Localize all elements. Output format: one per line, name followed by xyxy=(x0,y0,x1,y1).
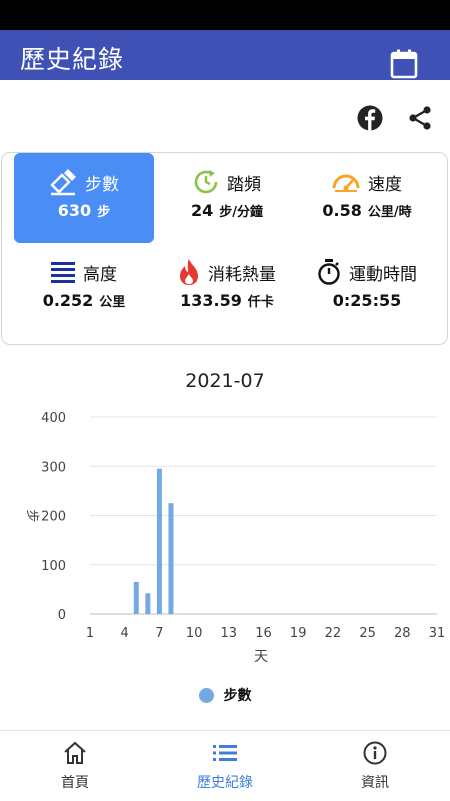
x-tick-label: 25 xyxy=(359,626,376,641)
x-axis-label: 天 xyxy=(254,649,268,665)
y-tick-label: 100 xyxy=(41,559,66,574)
nav-label: 歷史紀錄 xyxy=(197,775,253,791)
y-tick-label: 0 xyxy=(58,608,66,623)
stat-label: 運動時間 xyxy=(349,264,417,285)
bar-chart: 0 100 200 300 400 1 4 7 10 13 16 19 22 25 28 31 天 步 xyxy=(24,411,446,665)
clock-refresh-icon xyxy=(194,170,218,194)
x-tick-label: 22 xyxy=(325,626,342,641)
bar xyxy=(156,468,162,614)
calendar-icon[interactable] xyxy=(390,49,418,79)
chart-legend: 步數 xyxy=(0,685,450,705)
stat-label: 高度 xyxy=(83,264,117,285)
x-tick-label: 16 xyxy=(255,626,272,641)
speedometer-icon xyxy=(332,174,360,192)
y-axis-label: 步 xyxy=(24,509,39,522)
stat-value: 24 xyxy=(190,201,214,220)
home-icon xyxy=(64,741,86,764)
bottom-nav: 首頁 歷史紀錄 資訊 xyxy=(0,730,450,800)
page-title: 歷史紀錄 xyxy=(20,45,125,74)
stat-value: 133.59 xyxy=(180,291,242,310)
stat-unit: 仟卡 xyxy=(247,295,274,310)
status-bar xyxy=(0,0,450,30)
x-tick-label: 19 xyxy=(290,626,307,641)
y-tick-label: 300 xyxy=(41,460,66,475)
stat-label: 踏頻 xyxy=(227,174,261,195)
stat-cadence[interactable]: 踏頻 24 步/分鐘 xyxy=(157,153,297,243)
stat-value: 0.252 xyxy=(42,291,94,310)
stat-speed[interactable]: 速度 0.58 公里/時 xyxy=(297,153,437,243)
x-tick-label: 7 xyxy=(155,626,163,641)
stat-value: 0.58 xyxy=(322,201,362,220)
bar xyxy=(168,503,174,614)
pen-ruler-icon xyxy=(50,169,76,196)
stat-value: 0:25:55 xyxy=(332,291,402,310)
y-tick-label: 200 xyxy=(41,510,66,525)
stat-value: 630 xyxy=(57,201,92,220)
flame-icon xyxy=(180,259,198,285)
stopwatch-icon xyxy=(318,259,340,285)
x-tick-label: 13 xyxy=(221,626,238,641)
x-tick-label: 31 xyxy=(429,626,446,641)
stat-unit: 步 xyxy=(97,205,111,220)
nav-info[interactable]: 資訊 xyxy=(300,731,450,801)
x-tick-label: 28 xyxy=(394,626,411,641)
x-tick-label: 10 xyxy=(186,626,203,641)
nav-home[interactable]: 首頁 xyxy=(0,731,150,801)
chart-title: 2021-07 xyxy=(185,370,265,392)
facebook-icon[interactable] xyxy=(357,105,383,131)
bar xyxy=(145,593,151,614)
share-icon[interactable] xyxy=(407,105,433,131)
nav-label: 資訊 xyxy=(361,775,389,791)
info-icon xyxy=(363,741,387,765)
stat-calories[interactable]: 消耗熱量 133.59 仟卡 xyxy=(157,243,297,333)
bars-icon xyxy=(51,262,75,283)
stat-height[interactable]: 高度 0.252 公里 xyxy=(14,243,154,333)
stat-steps[interactable]: 步數 630 步 xyxy=(14,153,154,243)
stat-duration[interactable]: 運動時間 0:25:55 xyxy=(297,243,437,333)
nav-label: 首頁 xyxy=(61,775,89,791)
list-icon xyxy=(213,745,237,761)
x-tick-label: 1 xyxy=(86,626,94,641)
stat-unit: 步/分鐘 xyxy=(219,205,263,220)
legend-label: 步數 xyxy=(223,688,252,704)
y-tick-label: 400 xyxy=(41,411,66,426)
stat-label: 消耗熱量 xyxy=(208,264,276,285)
stat-unit: 公里/時 xyxy=(367,205,412,220)
nav-history[interactable]: 歷史紀錄 xyxy=(150,731,300,801)
stat-unit: 公里 xyxy=(99,295,126,310)
x-tick-label: 4 xyxy=(121,626,129,641)
legend-dot xyxy=(198,687,214,703)
stat-label: 步數 xyxy=(85,174,119,195)
stats-card: 步數 630 步 踏頻 24 步/分鐘 速度 0.58 公里/時 高度 0.25… xyxy=(1,152,448,345)
bar xyxy=(133,581,139,614)
stat-label: 速度 xyxy=(368,174,402,195)
